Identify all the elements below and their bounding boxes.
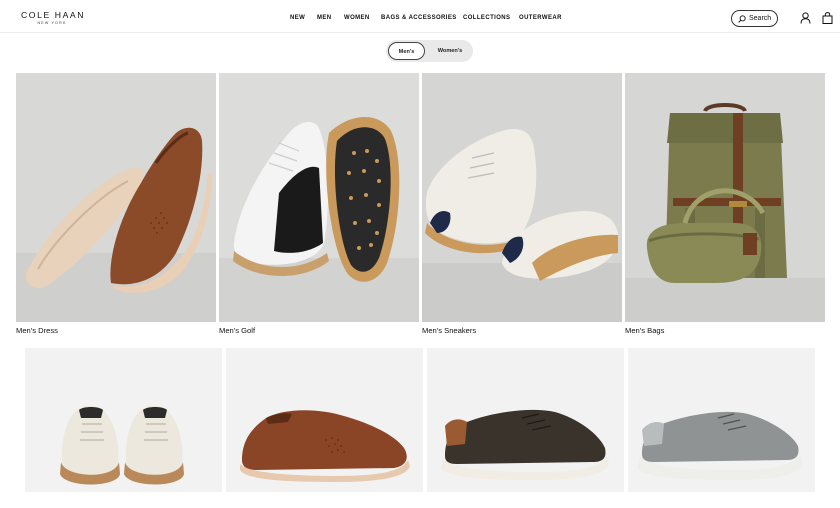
nav-item-men[interactable]: MEN <box>317 14 332 23</box>
account-icon[interactable] <box>800 12 811 24</box>
category-label-mens-sneakers[interactable]: Men's Sneakers <box>422 326 476 336</box>
category-tile-mens-bags[interactable] <box>625 73 825 322</box>
nav-item-women[interactable]: WOMEN <box>344 14 370 23</box>
category-tile-mens-golf[interactable] <box>219 73 419 322</box>
category-tile-mens-dress[interactable] <box>16 73 216 322</box>
product-card[interactable] <box>628 348 815 492</box>
gender-toggle: Men's Women's <box>386 40 473 62</box>
product-image-grey-sneaker <box>628 348 815 492</box>
site-header: COLE HAAN NEW YORK NEW MEN WOMEN BAGS & … <box>0 0 840 33</box>
nav-item-bags-accessories[interactable]: BAGS & ACCESSORIES <box>381 14 457 23</box>
search-icon <box>738 14 746 23</box>
product-card[interactable] <box>226 348 423 492</box>
category-label-mens-golf[interactable]: Men's Golf <box>219 326 255 336</box>
main-nav: NEW MEN WOMEN BAGS & ACCESSORIES COLLECT… <box>0 14 840 24</box>
toggle-mens[interactable]: Men's <box>388 42 425 60</box>
search-button[interactable]: Search <box>731 10 778 27</box>
product-image-white-sneakers <box>25 348 222 492</box>
product-card[interactable] <box>427 348 624 492</box>
toggle-womens[interactable]: Women's <box>429 42 471 60</box>
category-label-mens-dress[interactable]: Men's Dress <box>16 326 58 336</box>
nav-item-new[interactable]: NEW <box>290 14 305 23</box>
product-image-black-sneaker <box>427 348 624 492</box>
product-card[interactable] <box>25 348 222 492</box>
nav-item-outerwear[interactable]: OUTERWEAR <box>519 14 562 23</box>
shopping-bag-icon[interactable] <box>822 12 833 24</box>
product-image-brown-oxford <box>226 348 423 492</box>
nav-item-collections[interactable]: COLLECTIONS <box>463 14 510 23</box>
mens-golf-shoes-image <box>219 73 419 322</box>
category-tile-mens-sneakers[interactable] <box>422 73 622 322</box>
search-label: Search <box>749 14 772 22</box>
category-label-mens-bags[interactable]: Men's Bags <box>625 326 664 336</box>
mens-sneakers-image <box>422 73 622 322</box>
mens-bags-image <box>625 73 825 322</box>
mens-dress-shoes-image <box>16 73 216 322</box>
